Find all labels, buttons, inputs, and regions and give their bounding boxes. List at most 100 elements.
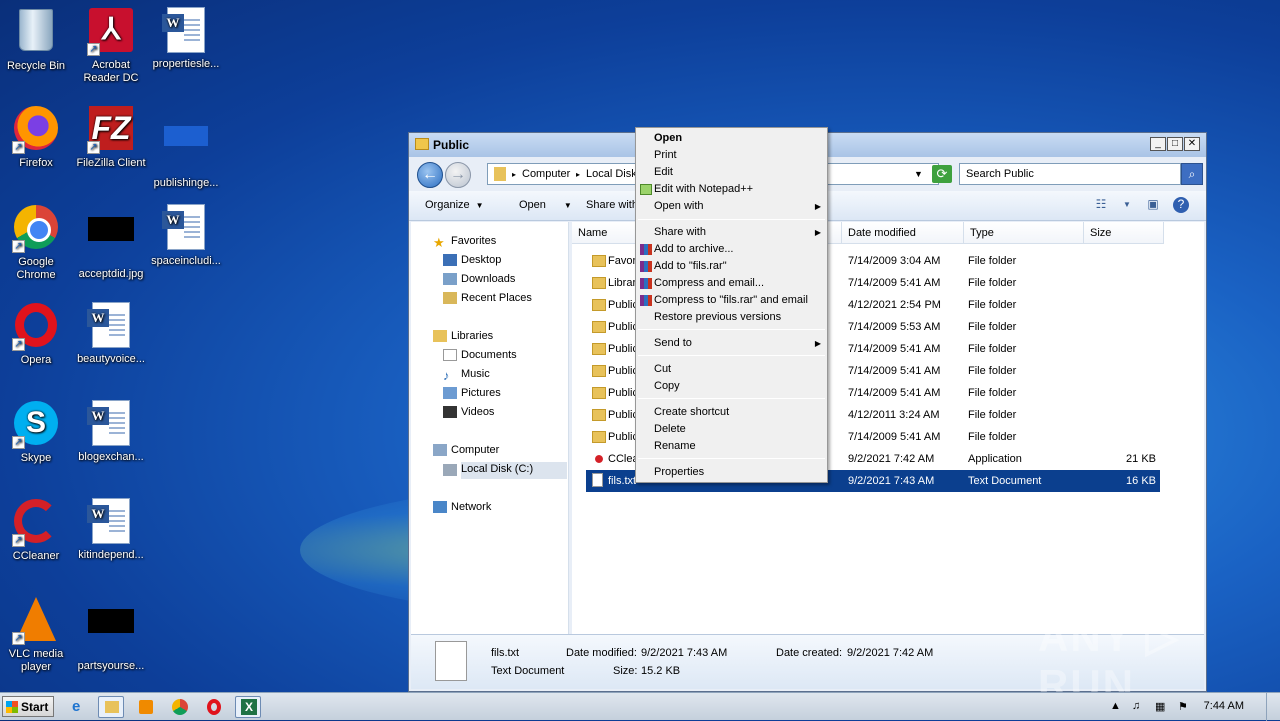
menu-compress-rar-email[interactable]: Compress to "fils.rar" and email (654, 294, 808, 306)
breadcrumb-local-disk[interactable]: Local Disk (586, 168, 637, 180)
desktop-icon-ccleaner[interactable]: ↗ CCleaner (0, 497, 74, 563)
menu-edit[interactable]: Edit (654, 166, 673, 178)
vlc-icon: ↗ (12, 597, 60, 645)
text-document-icon (435, 641, 467, 681)
folder-icon (592, 343, 606, 355)
menu-edit-notepad[interactable]: Edit with Notepad++ (654, 183, 753, 195)
maximize-button[interactable]: □ (1167, 137, 1183, 151)
preview-pane-icon[interactable]: ▣ (1145, 197, 1161, 213)
open-button[interactable]: Open ▼ (503, 199, 572, 211)
desktop-icon-partsyourse[interactable]: partsyourse... (73, 595, 149, 673)
column-date-modified[interactable]: Date modified (842, 222, 964, 244)
nav-network[interactable]: Network (433, 501, 491, 513)
desktop-icon-recycle-bin[interactable]: Recycle Bin (0, 6, 74, 73)
excel-taskbar-icon[interactable]: X (235, 696, 261, 718)
desktop-icon-spaceincludi[interactable]: W spaceincludi... (148, 203, 224, 268)
desktop-icon-label: Acrobat Reader DC (83, 59, 139, 84)
forward-button[interactable]: → (445, 162, 471, 188)
desktop-icon-acceptdid[interactable]: acceptdid.jpg (73, 203, 149, 281)
organize-button[interactable]: Organize ▼ (425, 199, 484, 211)
nav-videos[interactable]: Videos (443, 406, 494, 418)
desktop-icon-publishinge[interactable]: publishinge... (148, 104, 224, 190)
desktop-icon-skype[interactable]: S ↗ Skype (0, 399, 74, 465)
menu-properties[interactable]: Properties (654, 466, 704, 478)
row-name: Public (608, 343, 638, 355)
desktop-icon-firefox[interactable]: ↗ Firefox (0, 104, 74, 170)
nav-downloads[interactable]: Downloads (443, 273, 515, 285)
folder-icon (592, 255, 606, 267)
menu-open-with[interactable]: Open with (654, 200, 704, 212)
search-icon[interactable]: ⌕ (1181, 163, 1203, 185)
nav-computer[interactable]: Computer (433, 444, 499, 456)
tray-network-icon[interactable]: ▦ (1155, 700, 1165, 713)
recycle-bin-icon (12, 9, 60, 57)
share-with-button[interactable]: Share with (586, 199, 638, 211)
row-name: Public (608, 409, 638, 421)
nav-documents[interactable]: Documents (443, 349, 517, 361)
desktop-icon-filezilla[interactable]: FZ ↗ FileZilla Client (73, 104, 149, 170)
nav-local-disk[interactable]: Local Disk (C:) (443, 462, 567, 479)
breadcrumb-computer[interactable]: Computer (522, 168, 570, 180)
view-dropdown-icon[interactable]: ▼ (1119, 200, 1135, 216)
menu-create-shortcut[interactable]: Create shortcut (654, 406, 729, 418)
nav-favorites[interactable]: ★ Favorites (433, 235, 496, 250)
close-button[interactable]: ✕ (1184, 137, 1200, 151)
help-icon[interactable]: ? (1173, 197, 1189, 213)
menu-send-to[interactable]: Send to (654, 337, 692, 349)
start-button[interactable]: Start (2, 696, 54, 717)
desktop-icon-propertiesle[interactable]: W propertiesle... (148, 6, 224, 71)
refresh-button[interactable]: ⟳ (932, 165, 952, 183)
menu-share-with[interactable]: Share with (654, 226, 706, 238)
opera-taskbar-icon[interactable] (201, 696, 227, 718)
folder-icon (592, 409, 606, 421)
nav-label: Libraries (451, 330, 494, 342)
folder-icon (494, 167, 506, 181)
column-size[interactable]: Size (1084, 222, 1164, 244)
search-input[interactable]: Search Public (959, 163, 1181, 185)
chrome-taskbar-icon[interactable] (167, 696, 193, 718)
menu-restore-versions[interactable]: Restore previous versions (654, 311, 781, 323)
menu-delete[interactable]: Delete (654, 423, 686, 435)
minimize-button[interactable]: _ (1150, 137, 1166, 151)
nav-pictures[interactable]: Pictures (443, 387, 501, 399)
taskbar-clock[interactable]: 7:44 AM (1204, 700, 1244, 712)
menu-rename[interactable]: Rename (654, 440, 696, 452)
ccleaner-icon: ↗ (12, 499, 60, 547)
menu-print[interactable]: Print (654, 149, 677, 161)
explorer-taskbar-icon[interactable] (98, 696, 124, 718)
desktop-icon-kitindepend[interactable]: W kitindepend... (73, 497, 149, 562)
tray-flag-icon[interactable]: ⚑ (1178, 700, 1188, 713)
details-created: 9/2/2021 7:42 AM (847, 647, 934, 659)
row-name: Public (608, 431, 638, 443)
menu-add-rar[interactable]: Add to "fils.rar" (654, 260, 727, 272)
column-type[interactable]: Type (964, 222, 1084, 244)
show-desktop-button[interactable] (1266, 693, 1280, 721)
ie-taskbar-icon[interactable]: e (66, 696, 92, 718)
menu-add-archive[interactable]: Add to archive... (654, 243, 734, 255)
menu-open[interactable]: Open (654, 132, 682, 144)
row-name: Public (608, 299, 638, 311)
media-player-taskbar-icon[interactable] (133, 696, 159, 718)
menu-cut[interactable]: Cut (654, 363, 671, 375)
desktop-icon-label: Opera (20, 354, 52, 366)
menu-copy[interactable]: Copy (654, 380, 680, 392)
details-modified: 9/2/2021 7:43 AM (641, 647, 728, 659)
nav-music[interactable]: ♪ Music (443, 368, 490, 383)
menu-separator (638, 219, 825, 220)
address-dropdown-icon[interactable]: ▼ (914, 169, 923, 179)
back-button[interactable]: ← (417, 162, 443, 188)
desktop-icon-beautyvoice[interactable]: W beautyvoice... (73, 301, 149, 366)
nav-desktop[interactable]: Desktop (443, 254, 501, 266)
nav-recent-places[interactable]: Recent Places (443, 292, 532, 304)
menu-compress-email[interactable]: Compress and email... (654, 277, 764, 289)
nav-libraries[interactable]: Libraries (433, 330, 494, 342)
desktop-icon-blogexchan[interactable]: W blogexchan... (73, 399, 149, 464)
view-options-icon[interactable]: ☷ (1093, 197, 1109, 213)
tray-expand-icon[interactable]: ▲ (1110, 700, 1121, 712)
nav-label: Documents (461, 349, 517, 361)
tray-speaker-icon[interactable]: ♫ (1132, 700, 1140, 712)
desktop-icon-opera[interactable]: ↗ Opera (0, 301, 74, 367)
desktop-icon-vlc[interactable]: ↗ VLC media player (0, 595, 74, 674)
desktop-icon-acrobat[interactable]: ⅄ ↗ Acrobat Reader DC (73, 6, 149, 85)
desktop-icon-chrome[interactable]: ↗ Google Chrome (0, 203, 74, 282)
